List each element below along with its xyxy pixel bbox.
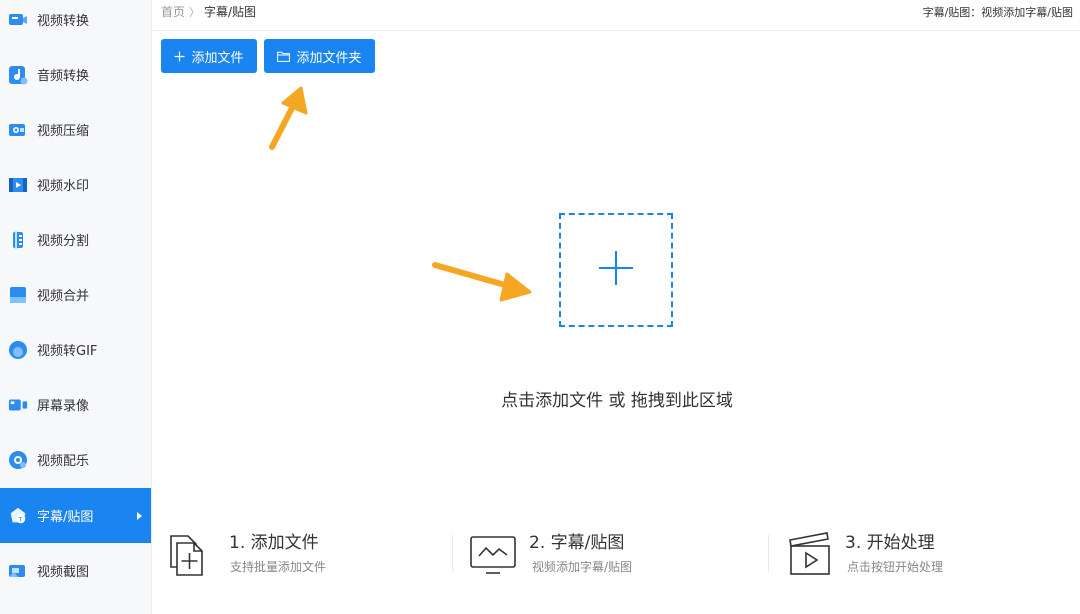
clapper-play-icon [787, 529, 835, 581]
annotation-arrows [269, 86, 532, 302]
monitor-icon [470, 529, 518, 581]
arrow-right-icon [432, 262, 532, 302]
step-desc: 点击按钮开始处理 [847, 560, 944, 574]
step-title: 2. 字幕/贴图 [529, 533, 625, 553]
step-add-file: 1. 添加文件 支持批量添加文件 [168, 525, 448, 585]
divider [768, 535, 769, 571]
step-title: 3. 开始处理 [845, 533, 935, 553]
step-subtitle-sticker: 2. 字幕/贴图 视频添加字幕/贴图 [470, 525, 750, 585]
step-start-process: 3. 开始处理 点击按钮开始处理 [787, 525, 1067, 585]
step-title: 1. 添加文件 [229, 533, 319, 553]
arrow-up-icon [269, 86, 308, 150]
step-desc: 视频添加字幕/贴图 [532, 560, 633, 574]
step-desc: 支持批量添加文件 [230, 560, 327, 574]
divider [452, 535, 453, 571]
add-file-icon [168, 529, 216, 581]
